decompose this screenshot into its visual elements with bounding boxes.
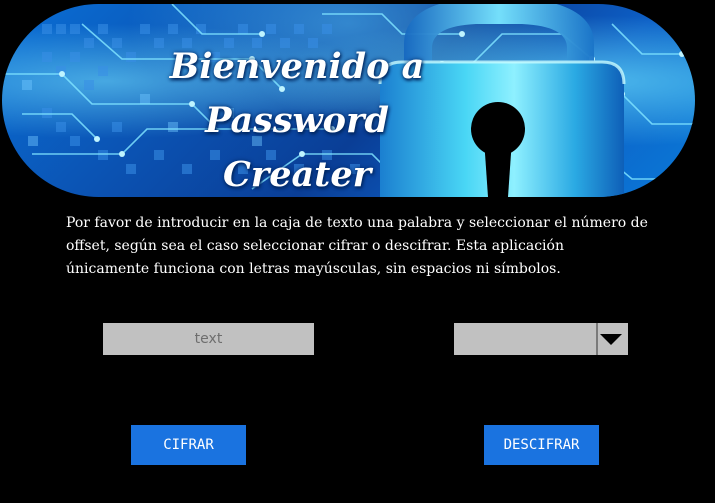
page-title-line-1: Bienvenido a Password <box>169 46 425 141</box>
chevron-down-icon[interactable] <box>600 334 622 345</box>
page-title-line-2: Creater <box>222 154 372 195</box>
word-input[interactable] <box>103 323 314 355</box>
offset-select[interactable] <box>454 323 628 355</box>
encrypt-button[interactable]: CIFRAR <box>131 425 246 465</box>
decrypt-button[interactable]: DESCIFRAR <box>484 425 599 465</box>
select-divider <box>596 323 598 355</box>
instructions-text: Por favor de introducir en la caja de te… <box>66 215 648 277</box>
page-title: Bienvenido a Password Creater <box>102 40 492 197</box>
hero-banner: Bienvenido a Password Creater <box>2 4 695 197</box>
page: Bienvenido a Password Creater Por favor … <box>0 0 715 503</box>
